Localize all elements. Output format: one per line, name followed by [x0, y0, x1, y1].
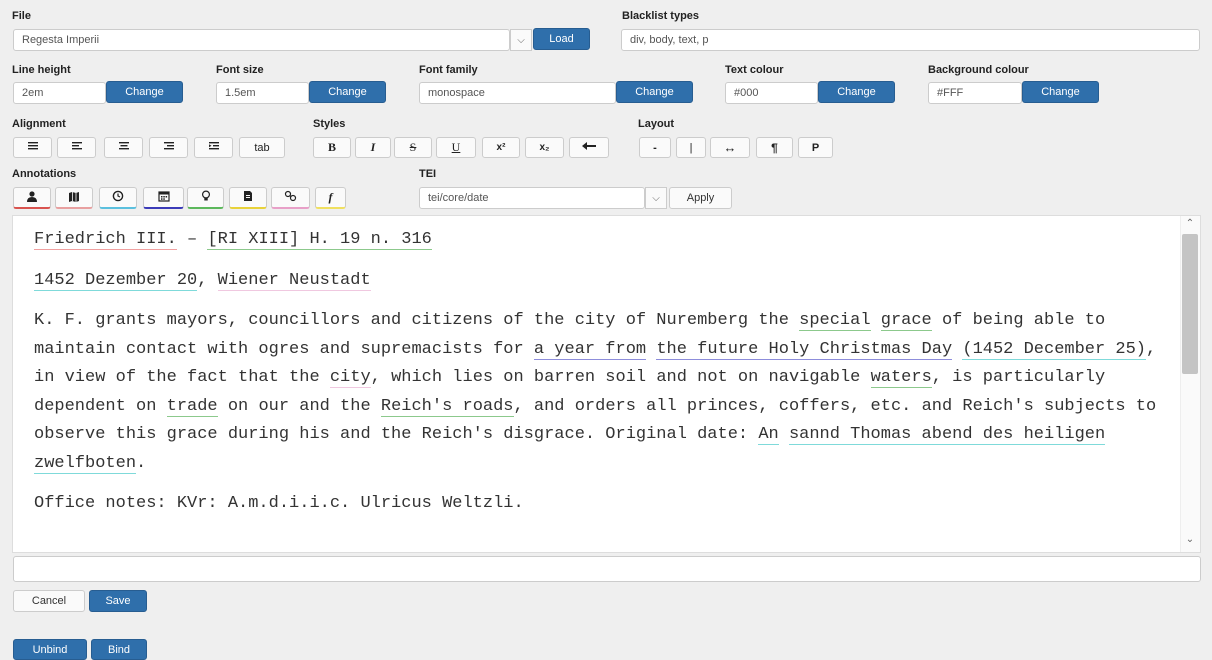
arrow-left-button[interactable] — [569, 137, 609, 158]
align-right-icon — [163, 141, 175, 154]
annotate-link-button[interactable] — [271, 187, 310, 209]
layout-arrows-button[interactable]: ↔ — [710, 137, 750, 158]
office-notes: Office notes: KVr: A.m.d.i.i.c. Ulricus … — [34, 494, 524, 513]
annotations-label: Annotations — [12, 168, 77, 180]
align-left-icon — [71, 141, 83, 154]
background-colour-label: Background colour — [928, 64, 1029, 76]
bold-button[interactable]: B — [313, 137, 351, 158]
lightbulb-icon — [200, 190, 212, 205]
align-justify-icon — [27, 141, 39, 154]
scroll-thumb[interactable] — [1182, 234, 1198, 374]
calendar-icon — [157, 190, 170, 205]
editor-scrollbar[interactable]: ⌃ ⌄ — [1180, 216, 1200, 552]
font-family-change-button[interactable]: Change — [616, 81, 693, 103]
clock-icon — [112, 190, 124, 205]
tei-select[interactable]: tei/core/date — [419, 187, 645, 209]
place-annotation[interactable]: Wiener Neustadt — [217, 270, 371, 291]
annotate-person-button[interactable] — [13, 187, 51, 209]
reference-annotation[interactable]: [RI XIII] H. 19 n. 316 — [207, 230, 432, 250]
concept-annotation[interactable]: waters — [870, 368, 932, 388]
regest-title: Friedrich III. – [RI XIII] H. 19 n. 316 — [34, 230, 432, 250]
annotation-input[interactable] — [13, 556, 1201, 582]
align-center-button[interactable] — [104, 137, 143, 158]
line-height-label: Line height — [12, 64, 71, 76]
apply-button[interactable]: Apply — [669, 187, 732, 209]
chevron-up-icon[interactable]: ⌃ — [1183, 218, 1197, 232]
subscript-button[interactable]: x₂ — [525, 137, 564, 158]
cancel-button[interactable]: Cancel — [13, 590, 85, 612]
map-icon — [68, 191, 80, 205]
file-select[interactable]: Regesta Imperii — [13, 29, 510, 51]
layout-label: Layout — [638, 118, 675, 130]
annotate-place-button[interactable] — [55, 187, 93, 209]
unbind-button[interactable]: Unbind — [13, 639, 87, 660]
annotate-document-button[interactable] — [229, 187, 267, 209]
function-icon: f — [328, 190, 333, 204]
font-size-change-button[interactable]: Change — [309, 81, 386, 103]
layout-pilcrow-button[interactable]: ¶ — [756, 137, 793, 158]
align-left-button[interactable] — [57, 137, 96, 158]
editor-content[interactable]: Friedrich III. – [RI XIII] H. 19 n. 316 … — [34, 226, 1174, 519]
bind-button[interactable]: Bind — [91, 639, 147, 660]
underline-button[interactable]: U — [436, 137, 476, 158]
chevron-down-icon[interactable]: ⌵ — [645, 187, 667, 209]
font-size-input[interactable]: 1.5em — [216, 82, 309, 104]
text-colour-label: Text colour — [725, 64, 784, 76]
annotate-concept-button[interactable] — [187, 187, 224, 209]
italic-button[interactable]: I — [355, 137, 391, 158]
layout-p-button[interactable]: P — [798, 137, 833, 158]
person-annotation[interactable]: Friedrich III. — [34, 230, 177, 250]
date-annotation[interactable]: (1452 December 25) — [962, 339, 1147, 360]
regest-body: K. F. grants mayors, councillors and cit… — [34, 311, 1157, 474]
font-family-label: Font family — [419, 64, 478, 76]
date-annotation[interactable]: An — [758, 425, 779, 445]
superscript-button[interactable]: x² — [482, 137, 520, 158]
regest-date: 1452 Dezember 20, Wiener Neustadt — [34, 270, 371, 291]
save-button[interactable]: Save — [89, 590, 147, 612]
concept-annotation[interactable]: Reich's roads — [380, 396, 514, 417]
concept-annotation[interactable]: trade — [166, 396, 218, 417]
indent-button[interactable] — [194, 137, 233, 158]
annotate-function-button[interactable]: f — [315, 187, 346, 209]
line-height-change-button[interactable]: Change — [106, 81, 183, 103]
background-colour-change-button[interactable]: Change — [1022, 81, 1099, 103]
annotate-time-button[interactable] — [99, 187, 137, 209]
blacklist-input[interactable]: div, body, text, p — [621, 29, 1200, 51]
text-colour-change-button[interactable]: Change — [818, 81, 895, 103]
text-colour-input[interactable]: #000 — [725, 82, 818, 104]
align-center-icon — [118, 141, 130, 154]
align-right-button[interactable] — [149, 137, 188, 158]
link-icon — [284, 190, 297, 205]
strikethrough-button[interactable]: S — [394, 137, 432, 158]
indent-icon — [208, 141, 220, 154]
font-size-label: Font size — [216, 64, 264, 76]
layout-dash-button[interactable]: - — [639, 137, 671, 158]
date-annotation[interactable]: 1452 Dezember 20 — [34, 270, 198, 291]
align-justify-button[interactable] — [13, 137, 52, 158]
file-icon — [242, 190, 254, 205]
load-button[interactable]: Load — [533, 28, 590, 50]
person-icon — [26, 190, 38, 205]
blacklist-label: Blacklist types — [622, 10, 700, 22]
place-annotation[interactable]: city — [329, 368, 371, 388]
annotate-date-button[interactable] — [143, 187, 184, 209]
background-colour-input[interactable]: #FFF — [928, 82, 1022, 104]
layout-bar-button[interactable]: | — [676, 137, 706, 158]
concept-annotation[interactable]: special — [799, 311, 871, 331]
chevron-down-icon[interactable]: ⌵ — [510, 29, 532, 51]
alignment-label: Alignment — [12, 118, 66, 130]
font-family-input[interactable]: monospace — [419, 82, 616, 104]
concept-annotation[interactable]: grace — [880, 311, 932, 331]
arrow-left-icon — [581, 141, 597, 154]
text-editor[interactable]: Friedrich III. – [RI XIII] H. 19 n. 316 … — [12, 215, 1201, 553]
styles-label: Styles — [313, 118, 346, 130]
line-height-input[interactable]: 2em — [13, 82, 106, 104]
date-range-annotation[interactable]: a year from — [533, 339, 647, 360]
file-label: File — [12, 10, 31, 22]
tab-button[interactable]: tab — [239, 137, 285, 158]
tei-label: TEI — [419, 168, 437, 180]
chevron-down-icon[interactable]: ⌄ — [1183, 534, 1197, 548]
date-range-annotation[interactable]: the future Holy Christmas Day — [656, 339, 953, 360]
